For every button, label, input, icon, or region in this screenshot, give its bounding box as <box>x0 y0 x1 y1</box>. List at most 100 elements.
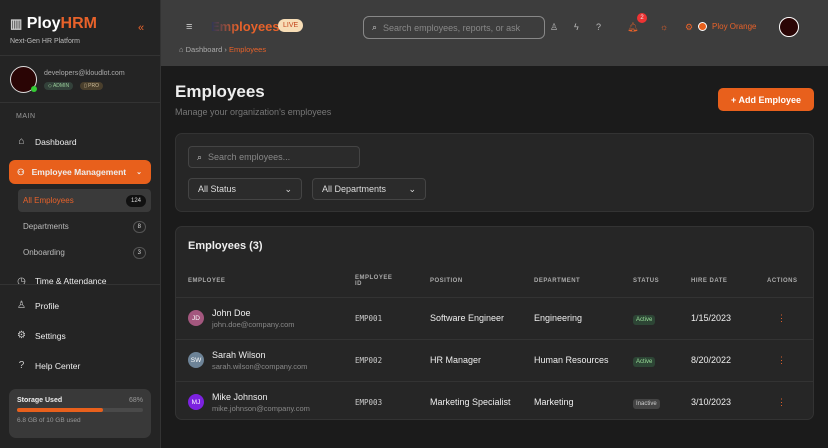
employee-department: Engineering <box>522 296 621 339</box>
nav-label: Time & Attendance <box>35 276 107 284</box>
chevron-down-icon: ⌄ <box>136 169 142 176</box>
count-badge: 8 <box>132 220 146 233</box>
user-avatar[interactable] <box>779 17 799 37</box>
tagline: Next-Gen HR Platform <box>10 38 81 45</box>
live-badge: LIVE <box>278 19 304 32</box>
sidebar-item-profile[interactable]: ♙ Profile <box>16 300 59 311</box>
section-label: MAIN <box>16 113 36 120</box>
nav-label: Departments <box>23 222 69 231</box>
storage-label: Storage Used <box>17 397 63 404</box>
breadcrumb: ⌂ Dashboard › Employees <box>179 45 267 54</box>
employee-id: EMP002 <box>343 338 418 381</box>
page-subtitle: Manage your organization's employees <box>175 107 332 117</box>
search-icon: ⌕ <box>372 22 378 32</box>
pro-badge: ▯ PRO <box>80 82 103 90</box>
employee-cell: SW Sarah Wilson sarah.wilson@company.com <box>176 338 343 381</box>
employee-department: Marketing <box>522 380 621 423</box>
column-header: ACTIONS <box>767 277 798 284</box>
page-title: Employees <box>175 82 265 101</box>
search-icon: ⌕ <box>197 151 203 162</box>
sidebar-item-settings[interactable]: ⚙ Settings <box>16 330 66 341</box>
status-cell: Inactive <box>621 380 679 423</box>
admin-badge-label: ADMIN <box>52 83 70 89</box>
employee-position: Marketing Specialist <box>418 380 522 423</box>
nav-label: Profile <box>35 300 60 311</box>
menu-icon[interactable]: ≡ <box>186 21 192 33</box>
employee-avatar: SW <box>188 352 204 368</box>
sun-icon[interactable]: ☼ <box>660 22 668 32</box>
table-row[interactable]: MJ Mike Johnson mike.johnson@company.com E… <box>176 380 813 423</box>
storage-progress-bar <box>17 408 143 412</box>
search-placeholder: Search employees, reports, or ask <box>383 22 521 33</box>
column-header: DEPARTMENT <box>534 277 581 284</box>
status-badge: Active <box>633 315 656 325</box>
employee-id: EMP001 <box>343 296 418 339</box>
table-title: Employees (3) <box>188 240 263 252</box>
help-icon: ? <box>18 360 25 371</box>
count-badge: 124 <box>125 194 146 207</box>
org-switcher[interactable]: Ploy Orange <box>712 22 756 31</box>
nav-label: All Employees <box>23 196 74 205</box>
sidebar-item-time-attendance[interactable]: ◷ Time & Attendance <box>16 276 151 284</box>
filters-card: ⌕ Search employees... All Status ⌄ All Dep… <box>175 133 814 212</box>
home-icon: ⌂ <box>179 45 184 54</box>
employee-cell: MJ Mike Johnson mike.johnson@company.com <box>176 380 343 423</box>
global-search-input[interactable]: ⌕ Search employees, reports, or ask <box>363 16 545 39</box>
search-placeholder: Search employees... <box>208 152 291 162</box>
lightning-icon[interactable]: ϟ <box>574 22 579 32</box>
employee-cell: JD John Doe john.doe@company.com <box>176 296 343 339</box>
more-actions-icon[interactable]: ⋮ <box>755 380 813 423</box>
nav-label: Onboarding <box>23 248 65 257</box>
bell-icon[interactable]: 🔔︎ <box>627 22 638 33</box>
brand-logo[interactable]: ▥ PloyHRM <box>10 15 97 33</box>
employee-search-input[interactable]: ⌕ Search employees... <box>188 146 360 168</box>
column-header: POSITION <box>430 277 463 284</box>
hire-date: 1/15/2023 <box>679 296 755 339</box>
help-icon[interactable]: ? <box>596 22 601 32</box>
more-actions-icon[interactable]: ⋮ <box>755 338 813 381</box>
count-badge: 3 <box>132 246 146 259</box>
divider <box>0 55 160 56</box>
gear-icon[interactable]: ⚙ <box>685 22 693 33</box>
employees-table: EMPLOYEE EMPLOYEE ID POSITION DEPARTMENT… <box>176 265 813 423</box>
employee-position: Software Engineer <box>418 296 522 339</box>
nav-label: Settings <box>35 330 66 341</box>
employee-name: John Doe <box>212 307 251 318</box>
employee-id: EMP003 <box>343 380 418 423</box>
brand-name-accent: HRM <box>60 15 97 32</box>
select-value: All Status <box>198 184 237 194</box>
department-select[interactable]: All Departments ⌄ <box>312 178 426 200</box>
sidebar-item-departments[interactable]: Departments 8 <box>18 215 151 238</box>
user-icon[interactable]: ♙ <box>550 22 558 33</box>
collapse-sidebar-icon[interactable]: « <box>138 22 144 34</box>
nav-label: Dashboard <box>35 136 77 147</box>
chevron-down-icon: ⌄ <box>284 183 292 194</box>
hire-date: 3/10/2023 <box>679 380 755 423</box>
more-actions-icon[interactable]: ⋮ <box>755 296 813 339</box>
employee-email: mike.johnson@company.com <box>212 403 310 413</box>
select-value: All Departments <box>322 184 387 194</box>
sidebar: ▥ PloyHRM Next-Gen HR Platform « develop… <box>0 0 161 448</box>
add-employee-button[interactable]: + Add Employee <box>718 88 814 111</box>
sidebar-item-all-employees[interactable]: All Employees 124 <box>18 189 151 212</box>
employee-name: Sarah Wilson <box>212 349 266 360</box>
storage-detail: 6.8 GB of 10 GB used <box>17 417 81 424</box>
user-icon: ♙ <box>17 300 26 311</box>
clock-icon: ◷ <box>17 276 26 284</box>
pro-badge-label: PRO <box>88 83 99 89</box>
sidebar-item-dashboard[interactable]: ⌂ Dashboard <box>16 136 77 147</box>
table-row[interactable]: SW Sarah Wilson sarah.wilson@company.com E… <box>176 338 813 381</box>
sidebar-item-help-center[interactable]: ? Help Center <box>16 360 81 371</box>
table-row[interactable]: JD John Doe john.doe@company.com EMP001 So… <box>176 296 813 339</box>
storage-percent: 68% <box>128 397 143 404</box>
table-header: EMPLOYEE EMPLOYEE ID POSITION DEPARTMENT… <box>176 265 813 297</box>
column-header: HIRE DATE <box>691 277 728 284</box>
divider <box>0 102 160 103</box>
status-badge: Active <box>633 357 656 367</box>
notification-count: 2 <box>637 13 647 23</box>
sidebar-item-onboarding[interactable]: Onboarding 3 <box>18 241 151 264</box>
breadcrumb-dashboard[interactable]: Dashboard <box>186 45 223 54</box>
chevron-down-icon: ⌄ <box>408 183 416 194</box>
status-select[interactable]: All Status ⌄ <box>188 178 302 200</box>
sidebar-item-employee-management[interactable]: ⚇ Employee Management ⌄ <box>9 160 151 184</box>
